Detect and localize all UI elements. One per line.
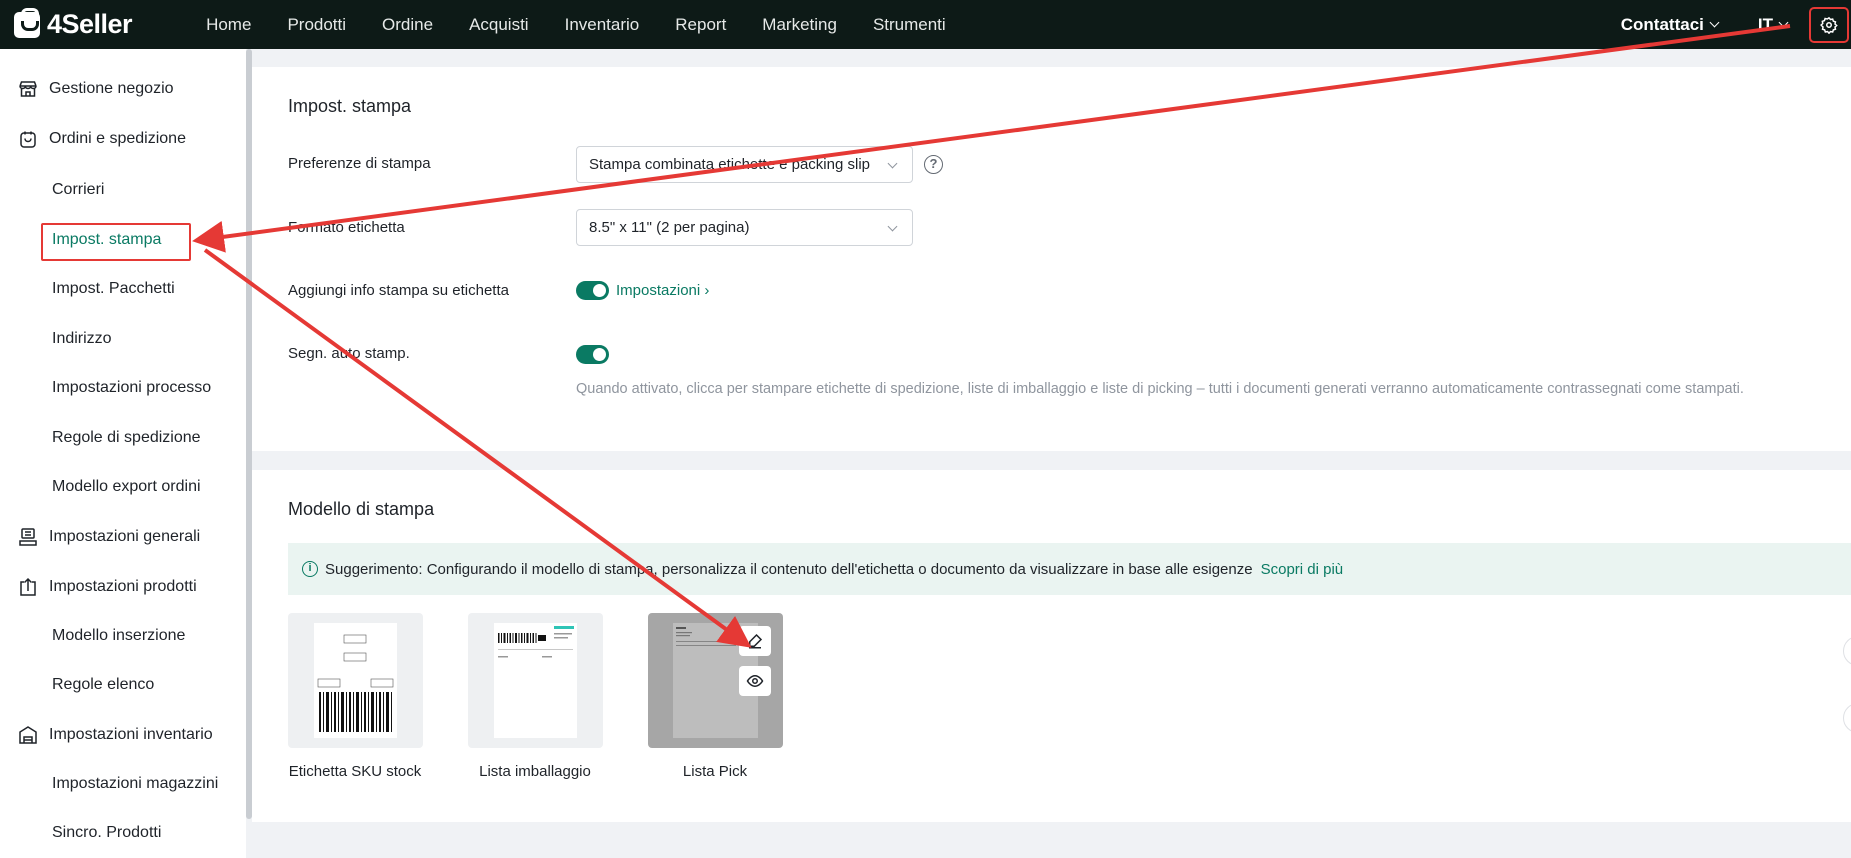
brand-name: 4Seller — [47, 9, 133, 39]
settings-link[interactable]: Impostazioni › — [616, 282, 709, 299]
sidebar-item-impostazioni-magazzini[interactable]: Impostazioni magazzini — [52, 775, 218, 793]
nav-item-strumenti[interactable]: Strumenti — [873, 15, 946, 35]
contact-label: Contattaci — [1620, 14, 1704, 34]
auto-mark-printed-label: Segn. auto stamp. — [288, 345, 410, 362]
chevron-down-icon — [1778, 17, 1789, 28]
nav-item-inventario[interactable]: Inventario — [565, 15, 640, 35]
label-preview — [314, 623, 397, 738]
brand-logo[interactable]: 4Seller — [14, 7, 133, 40]
template-caption: Etichetta SKU stock — [288, 763, 422, 780]
sidebar-group-label: Impostazioni prodotti — [49, 578, 197, 595]
sidebar-item-sincro-prodotti[interactable]: Sincro. Prodotti — [52, 824, 161, 842]
print-preferences-label: Preferenze di stampa — [288, 155, 431, 172]
packing-list-preview-icon — [498, 626, 574, 658]
sidebar-group-ordini-spedizione[interactable]: Ordini e spedizione — [18, 129, 186, 149]
eraser-edit-icon — [749, 633, 763, 649]
sidebar-group-impostazioni-inventario[interactable]: Impostazioni inventario — [18, 725, 213, 745]
print-settings-panel: Impost. stampa Preferenze di stampa Stam… — [252, 67, 1851, 451]
auto-mark-printed-toggle[interactable] — [576, 345, 609, 364]
sidebar-item-regole-elenco[interactable]: Regole elenco — [52, 676, 154, 694]
nav-item-ordine[interactable]: Ordine — [382, 15, 433, 35]
settings-button[interactable] — [1809, 6, 1849, 43]
printer-icon — [19, 528, 37, 546]
nav-item-home[interactable]: Home — [206, 15, 251, 35]
packing-list-preview — [494, 623, 577, 738]
chevron-down-icon — [887, 221, 898, 232]
sidebar-group-label: Gestione negozio — [49, 80, 174, 97]
sidebar-item-modello-inserzione[interactable]: Modello inserzione — [52, 627, 185, 645]
nav-item-report[interactable]: Report — [675, 15, 726, 35]
template-caption: Lista imballaggio — [479, 763, 591, 780]
sidebar-item-impost-pacchetti[interactable]: Impost. Pacchetti — [52, 280, 175, 298]
template-caption: Lista Pick — [682, 763, 748, 780]
template-sku-stock-label[interactable] — [288, 613, 423, 748]
sidebar-group-label: Impostazioni generali — [49, 528, 201, 545]
shopping-bag-logo-icon — [14, 7, 40, 38]
tip-bar: i Suggerimento: Configurando il modello … — [288, 543, 1851, 595]
template-packing-list[interactable] — [468, 613, 603, 748]
nav-item-marketing[interactable]: Marketing — [762, 15, 837, 35]
nav-item-prodotti[interactable]: Prodotti — [287, 15, 346, 35]
sidebar-item-impostazioni-processo[interactable]: Impostazioni processo — [52, 379, 211, 397]
sidebar-item-corrieri[interactable]: Corrieri — [52, 181, 104, 199]
contact-menu[interactable]: Contattaci — [1620, 14, 1720, 35]
sidebar-item-regole-spedizione[interactable]: Regole di spedizione — [52, 429, 201, 447]
nav-item-acquisti[interactable]: Acquisti — [469, 15, 529, 35]
sidebar-group-impostazioni-generali[interactable]: Impostazioni generali — [18, 527, 200, 547]
template-pick-list[interactable] — [648, 613, 783, 748]
tip-text: Suggerimento: Configurando il modello di… — [325, 560, 1253, 578]
label-format-label: Formato etichetta — [288, 219, 405, 236]
annotation-highlight-box — [41, 223, 191, 261]
print-preferences-select[interactable]: Stampa combinata etichette e packing sli… — [576, 146, 913, 183]
barcode-preview-icon — [317, 634, 394, 732]
sidebar-group-gestione-negozio[interactable]: Gestione negozio — [18, 79, 174, 99]
info-icon: i — [302, 561, 318, 577]
language-menu[interactable]: IT — [1757, 14, 1789, 35]
edit-template-button[interactable] — [739, 626, 771, 656]
add-print-info-toggle[interactable] — [576, 281, 609, 300]
eye-icon — [746, 674, 764, 688]
sidebar-group-label: Impostazioni inventario — [49, 726, 213, 743]
print-settings-title: Impost. stampa — [288, 96, 412, 116]
gear-icon — [1820, 16, 1838, 34]
print-templates-title: Modello di stampa — [288, 499, 435, 519]
label-format-value: 8.5" x 11" (2 per pagina) — [589, 219, 750, 236]
settings-link-label: Impostazioni — [616, 282, 701, 299]
chevron-down-icon — [1709, 17, 1720, 28]
auto-mark-hint: Quando attivato, clicca per stampare eti… — [576, 381, 1744, 397]
sidebar-group-impostazioni-prodotti[interactable]: Impostazioni prodotti — [18, 577, 197, 597]
add-print-info-label: Aggiungi info stampa su etichetta — [288, 282, 509, 299]
help-icon[interactable]: ? — [924, 155, 943, 174]
chevron-down-icon — [887, 158, 898, 169]
warehouse-icon — [19, 726, 37, 744]
sidebar-item-modello-export-ordini[interactable]: Modello export ordini — [52, 478, 201, 496]
main-nav: Home Prodotti Ordine Acquisti Inventario… — [206, 15, 982, 35]
top-right-actions: Contattaci IT — [1621, 0, 1851, 49]
store-icon — [19, 81, 37, 97]
top-navbar: 4Seller Home Prodotti Ordine Acquisti In… — [0, 0, 1851, 49]
preview-template-button[interactable] — [739, 666, 771, 696]
sidebar-item-indirizzo[interactable]: Indirizzo — [52, 330, 112, 348]
label-format-select[interactable]: 8.5" x 11" (2 per pagina) — [576, 209, 913, 246]
sidebar-group-label: Ordini e spedizione — [49, 130, 186, 147]
upload-box-icon — [20, 577, 36, 596]
print-preferences-value: Stampa combinata etichette e packing sli… — [589, 156, 870, 173]
learn-more-link[interactable]: Scopri di più — [1261, 561, 1344, 578]
language-label: IT — [1757, 14, 1773, 34]
bag-icon — [20, 131, 36, 148]
print-templates-panel: Modello di stampa i Suggerimento: Config… — [252, 470, 1851, 822]
